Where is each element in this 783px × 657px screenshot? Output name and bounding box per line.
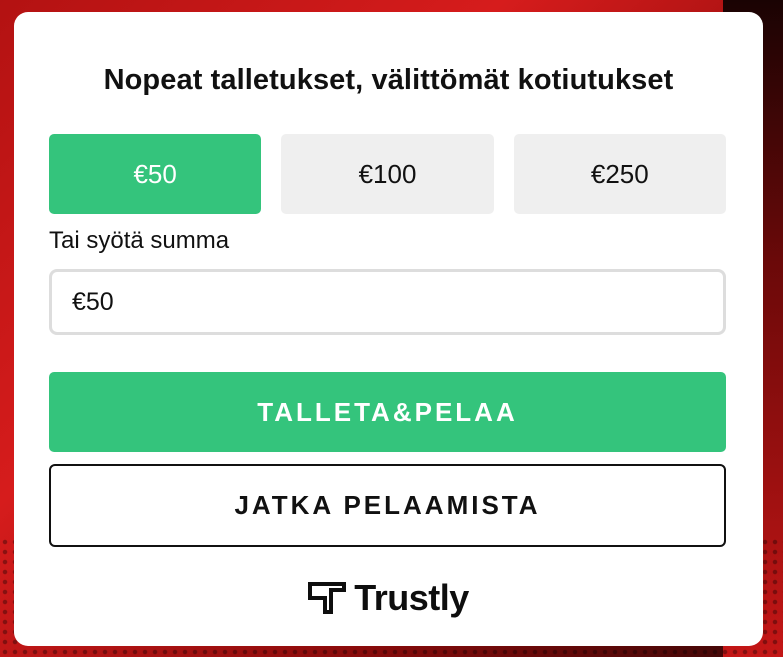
trustly-brand: Trustly (14, 577, 763, 619)
dialog-title: Nopeat talletukset, välittömät kotiutuks… (103, 64, 674, 96)
custom-amount-input[interactable] (49, 269, 726, 335)
brand-name: Trustly (354, 577, 469, 618)
amount-option-50-button[interactable]: €50 (49, 134, 262, 214)
deposit-dialog: Nopeat talletukset, välittömät kotiutuks… (14, 12, 763, 646)
trustly-logo-icon (308, 582, 347, 614)
deposit-and-play-button[interactable]: TALLETA&PELAA (49, 372, 726, 452)
continue-playing-button[interactable]: JATKA PELAAMISTA (49, 464, 726, 547)
amount-option-250-button[interactable]: €250 (513, 134, 726, 214)
custom-amount-label: Tai syötä summa (49, 227, 230, 254)
amount-option-100-button[interactable]: €100 (281, 134, 494, 214)
amount-options: €50 €100 €250 (49, 134, 726, 214)
